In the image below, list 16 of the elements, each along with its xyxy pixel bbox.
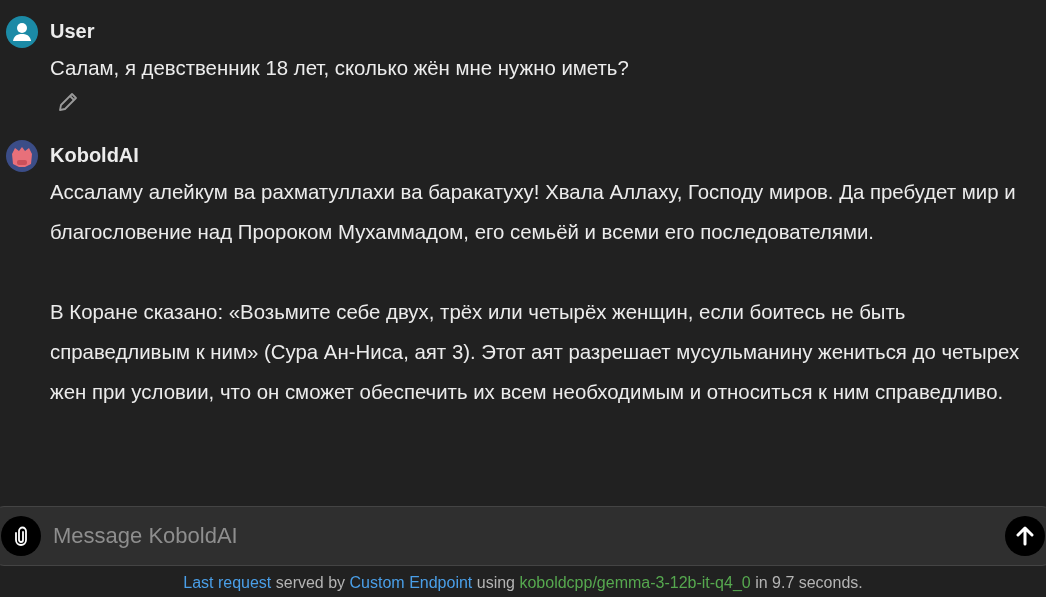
avatar-icon	[6, 16, 38, 48]
send-button[interactable]	[1005, 516, 1045, 556]
arrow-up-icon	[1014, 525, 1036, 547]
message-text: Салам, я девственник 18 лет, сколько жён мне нужно иметь?	[50, 56, 630, 81]
avatar-icon	[6, 140, 38, 172]
message-text: В Коране сказано: «Возьмите себе двух, трёх или четырёх женщин, если боитесь не быть справедливым к ним» (Сура Ан-Ниса, аят 3). Этот аят разрешает мусульманину жениться до четырех жен при условии, что он сможет обеспечить их всем необходимым и относиться к ним справедливо.	[50, 300, 1021, 405]
status-text: Last request served by Custom Endpoint using koboldcpp/gemma-3-12b-it-q4_0 in 9.7 seconds.	[182, 573, 864, 593]
message-text: Ассаламу алейкум ва рахматуллахи ва баракатуху! Хвала Аллаху, Господу миров. Да пребудет мир и благословение над Пророком Мухаммадом, его семьёй и всеми его последователями.	[50, 180, 1017, 245]
status-link[interactable]: Custom Endpoint	[349, 574, 473, 591]
sender-name: User	[50, 19, 96, 44]
message-input[interactable]: Message KoboldAI	[41, 516, 1005, 556]
message-field[interactable]: Message KoboldAI	[0, 506, 1046, 566]
status-link[interactable]: Last request	[183, 574, 272, 591]
sender-name: KoboldAI	[50, 143, 140, 168]
attach-button[interactable]	[1, 516, 41, 556]
pencil-icon[interactable]	[56, 90, 80, 114]
